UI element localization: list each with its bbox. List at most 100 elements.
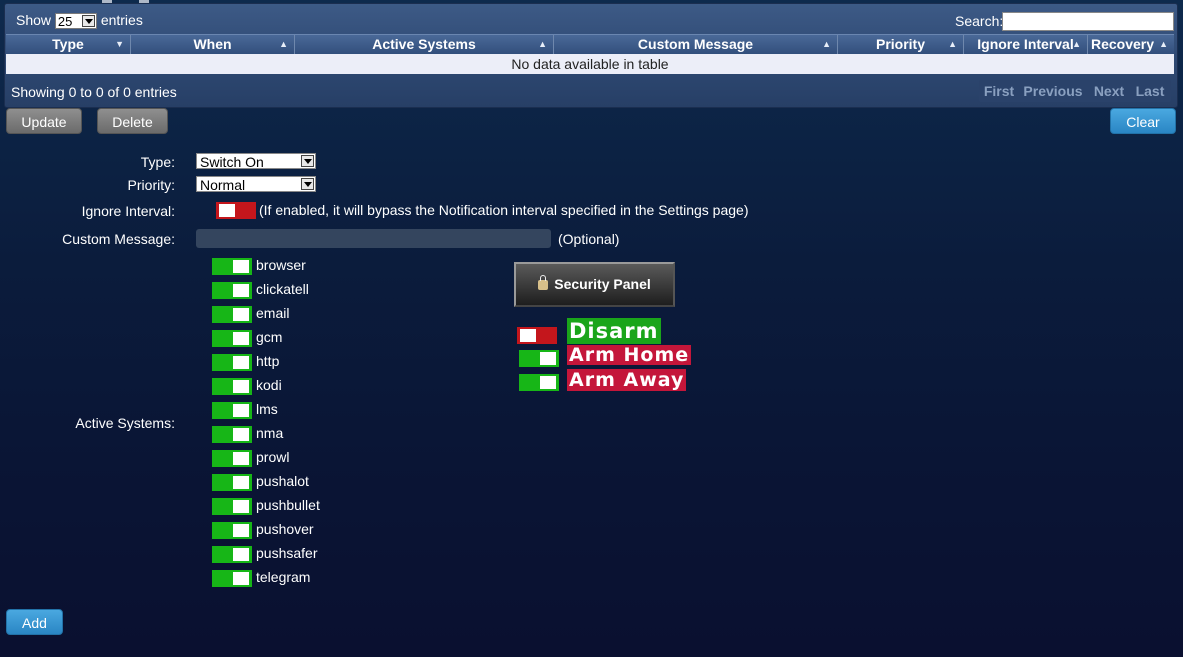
system-label-pushbullet: pushbullet	[256, 497, 320, 513]
security-panel-button[interactable]: Security Panel	[514, 262, 675, 307]
column-header-when[interactable]: When ▲	[131, 35, 295, 54]
search-input[interactable]	[1002, 12, 1174, 31]
toggle-knob	[233, 548, 249, 561]
column-header-type[interactable]: Type ▼	[6, 35, 131, 54]
entries-select-value: 25	[57, 14, 73, 30]
column-header-active-systems[interactable]: Active Systems ▲	[295, 35, 554, 54]
priority-label: Priority:	[127, 177, 175, 193]
column-header-recovery[interactable]: Recovery ▲	[1088, 35, 1174, 54]
security-panel-label: Security Panel	[554, 276, 651, 292]
delete-button[interactable]: Delete	[97, 108, 168, 134]
system-label-nma: nma	[256, 425, 284, 441]
toggle-knob	[233, 476, 249, 489]
clear-button[interactable]: Clear	[1110, 108, 1176, 134]
system-toggle-browser[interactable]	[212, 258, 252, 275]
show-label: Show	[16, 12, 52, 28]
system-toggle-pushbullet[interactable]	[212, 498, 252, 515]
table-header: Type ▼ When ▲ Active Systems ▲ Custom Messa…	[6, 34, 1174, 55]
type-select-value: Switch On	[200, 154, 264, 170]
system-label-gcm: gcm	[256, 329, 283, 345]
system-toggle-clickatell[interactable]	[212, 282, 252, 299]
toggle-knob	[233, 452, 249, 465]
custom-message-note: (Optional)	[558, 231, 620, 247]
sort-asc-icon: ▲	[538, 39, 547, 49]
entries-length: Show 25 entries	[16, 12, 143, 30]
disarm-toggle[interactable]	[517, 327, 557, 344]
toggle-knob	[233, 284, 249, 297]
arm-away-label: Arm Away	[567, 369, 687, 391]
arm-home-label: Arm Home	[567, 344, 692, 366]
system-toggle-http[interactable]	[212, 354, 252, 371]
system-label-browser: browser	[256, 257, 306, 273]
system-label-telegram: telegram	[256, 569, 311, 585]
search-label: Search:	[955, 13, 1004, 29]
toggle-knob	[219, 204, 235, 217]
toggle-knob	[233, 500, 249, 513]
system-label-pushalot: pushalot	[256, 473, 309, 489]
arm-away-toggle[interactable]	[519, 374, 559, 391]
system-label-clickatell: clickatell	[256, 281, 309, 297]
system-toggle-pushover[interactable]	[212, 522, 252, 539]
system-toggle-email[interactable]	[212, 306, 252, 323]
toggle-knob	[540, 376, 556, 389]
toggle-knob	[233, 524, 249, 537]
chevron-down-icon	[301, 155, 314, 167]
system-label-lms: lms	[256, 401, 278, 417]
pager-previous-button[interactable]: Previous	[1021, 80, 1085, 102]
ignore-interval-note: (If enabled, it will bypass the Notifica…	[259, 202, 749, 218]
chevron-down-icon	[301, 178, 314, 190]
ignore-interval-toggle[interactable]	[216, 202, 256, 219]
system-label-pushover: pushover	[256, 521, 314, 537]
update-button[interactable]: Update	[6, 108, 82, 134]
toggle-knob	[233, 260, 249, 273]
toggle-knob	[233, 356, 249, 369]
chevron-down-icon	[81, 15, 95, 28]
system-toggle-kodi[interactable]	[212, 378, 252, 395]
type-select[interactable]: Switch On	[196, 153, 316, 170]
pager-first-button[interactable]: First	[981, 80, 1017, 102]
table-info: Showing 0 to 0 of 0 entries	[11, 84, 177, 100]
system-label-prowl: prowl	[256, 449, 290, 465]
system-toggle-pushalot[interactable]	[212, 474, 252, 491]
pager-next-button[interactable]: Next	[1089, 80, 1129, 102]
toggle-knob	[233, 308, 249, 321]
custom-message-input[interactable]	[196, 229, 551, 248]
sort-asc-icon: ▲	[279, 39, 288, 49]
entries-select[interactable]: 25	[54, 13, 97, 30]
system-label-pushsafer: pushsafer	[256, 545, 318, 561]
add-button[interactable]: Add	[6, 609, 63, 635]
priority-select[interactable]: Normal	[196, 176, 316, 193]
entries-label: entries	[100, 12, 143, 28]
system-toggle-prowl[interactable]	[212, 450, 252, 467]
system-label-http: http	[256, 353, 280, 369]
system-toggle-pushsafer[interactable]	[212, 546, 252, 563]
sort-desc-icon: ▼	[115, 39, 124, 49]
system-label-kodi: kodi	[256, 377, 282, 393]
toggle-knob	[520, 329, 536, 342]
column-header-ignore-interval[interactable]: Ignore Interval ▲	[964, 35, 1088, 54]
system-label-email: email	[256, 305, 290, 321]
priority-select-value: Normal	[200, 177, 246, 193]
active-systems-label: Active Systems:	[75, 415, 175, 431]
system-toggle-lms[interactable]	[212, 402, 252, 419]
sort-asc-icon: ▲	[1072, 39, 1081, 49]
system-toggle-telegram[interactable]	[212, 570, 252, 587]
type-label: Type:	[140, 154, 175, 170]
sort-asc-icon: ▲	[948, 39, 957, 49]
toggle-knob	[233, 380, 249, 393]
toggle-knob	[233, 428, 249, 441]
table-empty-row: No data available in table	[6, 54, 1174, 74]
system-toggle-gcm[interactable]	[212, 330, 252, 347]
sort-asc-icon: ▲	[822, 39, 831, 49]
system-toggle-nma[interactable]	[212, 426, 252, 443]
toggle-knob	[233, 404, 249, 417]
toggle-knob	[540, 352, 556, 365]
column-header-priority[interactable]: Priority ▲	[838, 35, 964, 54]
disarm-label: Disarm	[567, 318, 661, 344]
toggle-knob	[233, 572, 249, 585]
arm-home-toggle[interactable]	[519, 350, 559, 367]
lock-icon	[538, 275, 549, 290]
pager-last-button[interactable]: Last	[1133, 80, 1167, 102]
sort-asc-icon: ▲	[1159, 39, 1168, 49]
column-header-custom-message[interactable]: Custom Message ▲	[554, 35, 838, 54]
